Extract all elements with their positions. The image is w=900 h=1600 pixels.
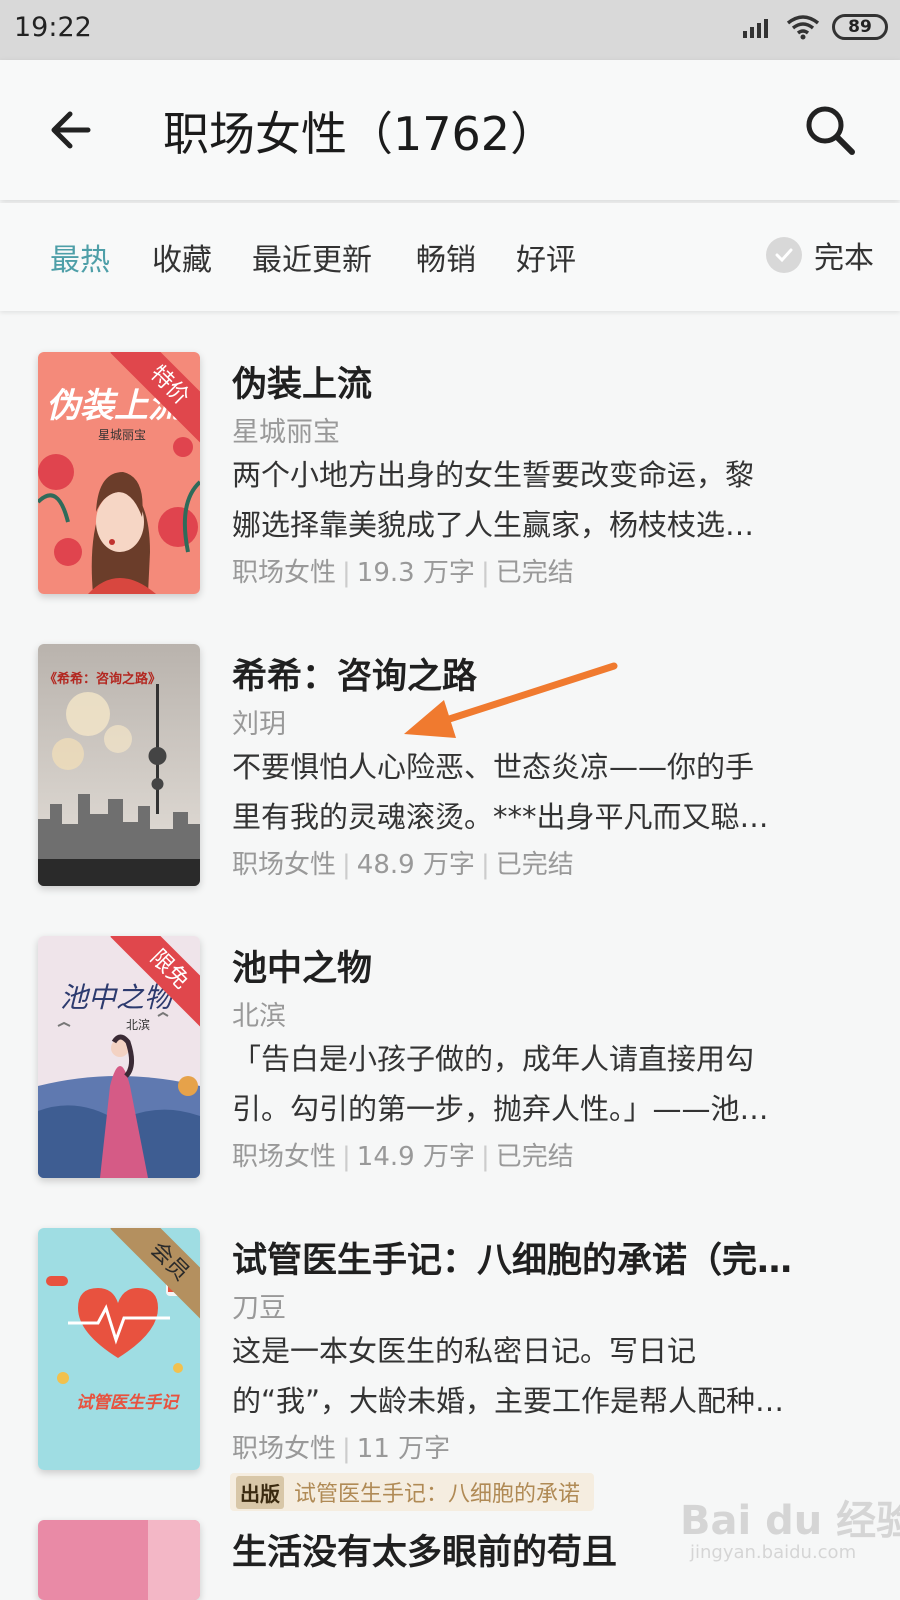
book-category: 职场女性 xyxy=(232,1434,337,1464)
page-title: 职场女性（1762） xyxy=(163,107,557,161)
sort-filter-bar: 最热 收藏 最近更新 畅销 好评 完本 xyxy=(0,203,900,311)
book-word-count: 19.3 万字 xyxy=(356,558,475,588)
cover-author: 北滨 xyxy=(126,1018,151,1032)
published-edition-title: 试管医生手记：八细胞的承诺 xyxy=(294,1482,581,1507)
tab-favorites[interactable]: 收藏 xyxy=(152,235,212,279)
book-item[interactable]: 伪装上流 星城丽宝 特价 伪装上流 星城丽宝 两个小地方出身的女生誓要改变命运，… xyxy=(0,352,900,644)
book-cover[interactable]: 伪装上流 星城丽宝 特价 xyxy=(38,352,200,594)
book-cover[interactable]: 池中之物 北滨 限免 xyxy=(38,936,200,1178)
status-icons: 89 xyxy=(742,14,888,40)
book-status: 已完结 xyxy=(495,558,574,588)
book-author: 刀豆 xyxy=(232,1293,286,1324)
tab-recently-updated[interactable]: 最近更新 xyxy=(252,235,372,279)
watermark-logo: Bai du 经验 jingyan.baidu.com xyxy=(680,1480,900,1570)
book-item[interactable]: 《希希：咨询之路》 希希：咨询之路 刘玥 不要惧怕人心险恶、世态炎凉——你的手 … xyxy=(0,644,900,936)
book-description: 「告白是小孩子做的，成年人请直接用勾 引。勾引的第一步，抛弃人性。」——池… xyxy=(232,1042,769,1126)
finished-only-toggle[interactable]: 完本 xyxy=(766,233,874,277)
battery-indicator: 89 xyxy=(832,14,888,40)
book-description: 这是一本女医生的私密日记。写日记 的“我”，大龄未婚，主要工作是帮人配种… xyxy=(232,1334,785,1418)
book-author: 刘玥 xyxy=(232,709,286,740)
wifi-icon xyxy=(786,15,820,40)
book-description: 两个小地方出身的女生誓要改变命运，黎 娜选择靠美貌成了人生赢家，杨枝枝选… xyxy=(232,458,755,542)
published-badge: 出版 xyxy=(236,1475,284,1509)
signal-icon xyxy=(743,19,768,38)
book-word-count: 14.9 万字 xyxy=(356,1142,475,1172)
book-cover[interactable] xyxy=(38,1520,200,1600)
cover-title: 《希希：咨询之路》 xyxy=(44,672,162,687)
tab-hottest[interactable]: 最热 xyxy=(50,235,110,279)
published-edition-tag[interactable]: 出版 试管医生手记：八细胞的承诺 xyxy=(230,1473,595,1511)
book-description: 不要惧怕人心险恶、世态炎凉——你的手 里有我的灵魂滚烫。***出身平凡而又聪… xyxy=(232,750,769,834)
book-author: 星城丽宝 xyxy=(232,417,340,448)
book-title: 希希：咨询之路 xyxy=(232,657,478,697)
book-status: 已完结 xyxy=(495,1142,574,1172)
book-meta: 职场女性 | 19.3 万字 | 已完结 xyxy=(232,558,574,588)
book-meta: 职场女性 | 11 万字 xyxy=(232,1434,451,1464)
book-meta: 职场女性 | 48.9 万字 | 已完结 xyxy=(232,850,574,880)
book-status: 已完结 xyxy=(495,850,574,880)
cover-author: 星城丽宝 xyxy=(98,428,147,442)
cover-title: 试管医生手记 xyxy=(76,1393,178,1413)
book-title: 伪装上流 xyxy=(232,365,373,405)
book-meta: 职场女性 | 14.9 万字 | 已完结 xyxy=(232,1142,574,1172)
book-cover[interactable]: 《希希：咨询之路》 xyxy=(38,644,200,886)
book-category: 职场女性 xyxy=(232,558,337,588)
book-category: 职场女性 xyxy=(232,1142,337,1172)
finished-label: 完本 xyxy=(814,241,874,276)
book-word-count: 48.9 万字 xyxy=(356,850,475,880)
back-arrow-icon[interactable] xyxy=(44,102,100,158)
tab-bestselling[interactable]: 畅销 xyxy=(416,235,476,279)
check-icon xyxy=(766,237,802,273)
status-bar: 19:22 89 xyxy=(0,0,900,60)
book-category: 职场女性 xyxy=(232,850,337,880)
app-header: 职场女性（1762） xyxy=(0,60,900,200)
status-time: 19:22 xyxy=(14,12,92,43)
search-icon[interactable] xyxy=(800,100,860,160)
watermark-brand: Bai du 经验 xyxy=(680,1498,900,1544)
book-item[interactable]: 试管医生手记 会员 试管医生手记：八细胞的承诺（完… 刀豆 这是一本女医生的私密… xyxy=(0,1228,900,1520)
book-author: 北滨 xyxy=(232,1001,286,1032)
tab-top-rated[interactable]: 好评 xyxy=(516,235,576,279)
book-word-count: 11 万字 xyxy=(356,1434,451,1464)
book-title: 试管医生手记：八细胞的承诺（完… xyxy=(232,1241,793,1281)
book-cover[interactable]: 试管医生手记 会员 xyxy=(38,1228,200,1470)
book-item[interactable]: 池中之物 北滨 限免 池中之物 北滨 「告白是小孩子做的，成年人请直接用勾 引。… xyxy=(0,936,900,1228)
watermark-url: jingyan.baidu.com xyxy=(690,1542,857,1563)
book-title: 池中之物 xyxy=(232,949,373,989)
